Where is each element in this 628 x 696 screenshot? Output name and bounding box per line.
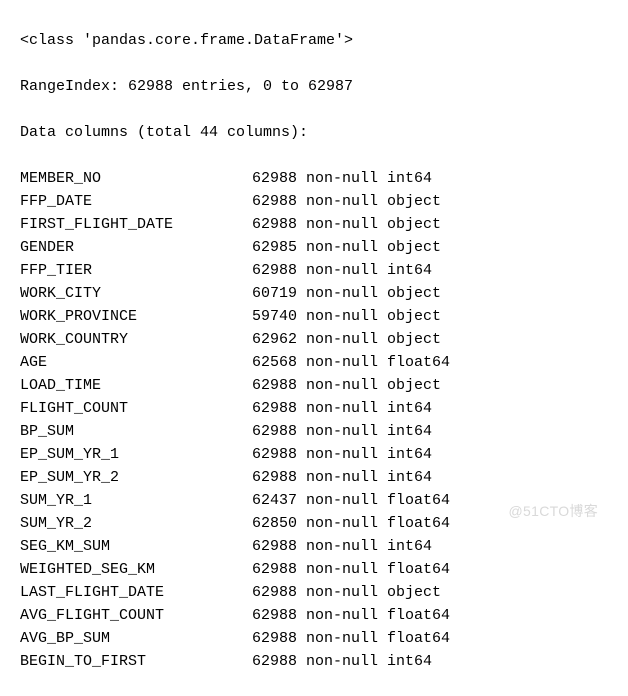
column-name: FFP_TIER (20, 259, 252, 282)
column-name: EP_SUM_YR_1 (20, 443, 252, 466)
column-info: 62988 non-null object (252, 374, 441, 397)
column-name: AGE (20, 351, 252, 374)
column-info: 62988 non-null int64 (252, 535, 432, 558)
column-name: FIRST_FLIGHT_DATE (20, 213, 252, 236)
column-info: 62988 non-null int64 (252, 650, 432, 673)
column-name: FLIGHT_COUNT (20, 397, 252, 420)
column-name: AVG_FLIGHT_COUNT (20, 604, 252, 627)
table-row: WORK_CITY60719 non-null object (20, 282, 628, 305)
column-name: AVG_BP_SUM (20, 627, 252, 650)
table-row: BP_SUM62988 non-null int64 (20, 420, 628, 443)
column-info: 62988 non-null object (252, 213, 441, 236)
table-row: AVG_BP_SUM62988 non-null float64 (20, 627, 628, 650)
table-row: SUM_YR_262850 non-null float64 (20, 512, 628, 535)
column-info: 62437 non-null float64 (252, 489, 450, 512)
column-info: 62568 non-null float64 (252, 351, 450, 374)
table-row: AGE62568 non-null float64 (20, 351, 628, 374)
column-name: LOAD_TIME (20, 374, 252, 397)
column-name: BEGIN_TO_FIRST (20, 650, 252, 673)
column-name: WORK_PROVINCE (20, 305, 252, 328)
table-row: SEG_KM_SUM62988 non-null int64 (20, 535, 628, 558)
column-name: WORK_COUNTRY (20, 328, 252, 351)
column-info: 62988 non-null int64 (252, 466, 432, 489)
column-name: WEIGHTED_SEG_KM (20, 558, 252, 581)
table-row: EP_SUM_YR_162988 non-null int64 (20, 443, 628, 466)
column-info: 60719 non-null object (252, 282, 441, 305)
column-info: 62988 non-null float64 (252, 627, 450, 650)
column-name: EP_SUM_YR_2 (20, 466, 252, 489)
table-row: FLIGHT_COUNT62988 non-null int64 (20, 397, 628, 420)
column-list: MEMBER_NO62988 non-null int64FFP_DATE629… (20, 167, 628, 673)
table-row: EP_SUM_YR_262988 non-null int64 (20, 466, 628, 489)
output-block: <class 'pandas.core.frame.DataFrame'> Ra… (0, 0, 628, 696)
table-row: WORK_PROVINCE59740 non-null object (20, 305, 628, 328)
header-class-line: <class 'pandas.core.frame.DataFrame'> (20, 29, 628, 52)
column-info: 62988 non-null float64 (252, 558, 450, 581)
column-info: 62988 non-null int64 (252, 420, 432, 443)
column-info: 62962 non-null object (252, 328, 441, 351)
column-info: 59740 non-null object (252, 305, 441, 328)
column-name: SUM_YR_1 (20, 489, 252, 512)
table-row: FFP_DATE62988 non-null object (20, 190, 628, 213)
column-info: 62850 non-null float64 (252, 512, 450, 535)
column-name: SEG_KM_SUM (20, 535, 252, 558)
column-info: 62988 non-null int64 (252, 397, 432, 420)
column-name: WORK_CITY (20, 282, 252, 305)
column-info: 62988 non-null int64 (252, 167, 432, 190)
header-columns-line: Data columns (total 44 columns): (20, 121, 628, 144)
column-info: 62988 non-null int64 (252, 443, 432, 466)
column-name: GENDER (20, 236, 252, 259)
table-row: SUM_YR_162437 non-null float64 (20, 489, 628, 512)
table-row: BEGIN_TO_FIRST62988 non-null int64 (20, 650, 628, 673)
column-name: MEMBER_NO (20, 167, 252, 190)
column-name: LAST_FLIGHT_DATE (20, 581, 252, 604)
table-row: LAST_FLIGHT_DATE62988 non-null object (20, 581, 628, 604)
column-info: 62988 non-null int64 (252, 259, 432, 282)
column-info: 62985 non-null object (252, 236, 441, 259)
column-name: SUM_YR_2 (20, 512, 252, 535)
table-row: FFP_TIER62988 non-null int64 (20, 259, 628, 282)
table-row: WORK_COUNTRY62962 non-null object (20, 328, 628, 351)
column-info: 62988 non-null object (252, 190, 441, 213)
table-row: LOAD_TIME62988 non-null object (20, 374, 628, 397)
column-info: 62988 non-null object (252, 581, 441, 604)
table-row: AVG_FLIGHT_COUNT62988 non-null float64 (20, 604, 628, 627)
table-row: WEIGHTED_SEG_KM62988 non-null float64 (20, 558, 628, 581)
table-row: FIRST_FLIGHT_DATE62988 non-null object (20, 213, 628, 236)
table-row: MEMBER_NO62988 non-null int64 (20, 167, 628, 190)
column-info: 62988 non-null float64 (252, 604, 450, 627)
column-name: FFP_DATE (20, 190, 252, 213)
header-range-line: RangeIndex: 62988 entries, 0 to 62987 (20, 75, 628, 98)
table-row: GENDER62985 non-null object (20, 236, 628, 259)
column-name: BP_SUM (20, 420, 252, 443)
